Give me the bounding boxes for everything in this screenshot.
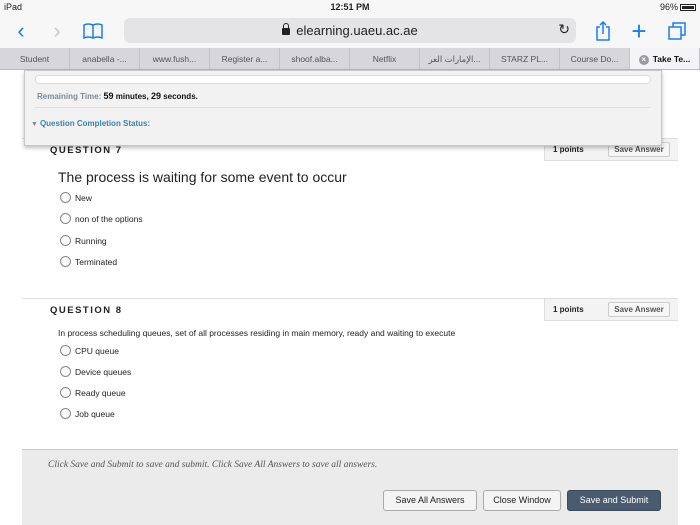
radio-button[interactable] (60, 345, 71, 356)
question-block: QUESTION 8 1 points Save Answer In proce… (22, 298, 678, 438)
tab-label: Netflix (372, 54, 397, 64)
tab-strip: Student anabella -... www.fush... Regist… (0, 48, 700, 70)
battery-percent: 96% (659, 2, 678, 12)
divider (35, 107, 651, 108)
status-bar: iPad 12:51 PM 96% (0, 0, 700, 14)
tab-label: Take Te... (652, 54, 691, 64)
answer-option[interactable]: Device queues (60, 366, 131, 377)
answer-option[interactable]: New (60, 192, 92, 203)
answer-option[interactable]: Ready queue (60, 387, 126, 398)
browser-toolbar: ‹ › elearning.uaeu.ac.ae ↻ + (0, 14, 700, 48)
tab-label: Course Do... (570, 54, 619, 64)
radio-button[interactable] (60, 408, 71, 419)
answer-option[interactable]: Running (60, 235, 107, 246)
completion-label: Question Completion Status: (39, 119, 151, 128)
answer-option[interactable]: Job queue (60, 408, 115, 419)
tab-take-test[interactable]: × Take Te... (630, 48, 700, 69)
seconds-label: seconds. (163, 92, 198, 101)
new-tab-icon[interactable]: + (626, 16, 652, 46)
tab-label: STARZ PL... (500, 54, 549, 64)
answer-option[interactable]: non of the options (60, 213, 143, 224)
radio-button[interactable] (60, 366, 71, 377)
option-label: Terminated (75, 256, 118, 267)
question-title: QUESTION 7 (50, 145, 123, 156)
question-block: QUESTION 7 1 points Save Answer The proc… (22, 138, 678, 284)
option-label: Running (75, 235, 107, 246)
radio-button[interactable] (60, 192, 71, 203)
tab-fush[interactable]: www.fush... (140, 48, 210, 69)
tab-shoof[interactable]: shoof.alba... (280, 48, 350, 69)
timer-progress-bar (35, 75, 651, 84)
option-label: Ready queue (75, 387, 126, 398)
tab-netflix[interactable]: Netflix (350, 48, 420, 69)
question-header: QUESTION 8 1 points Save Answer (22, 299, 678, 321)
radio-button[interactable] (60, 235, 71, 246)
tab-label: www.fush... (152, 54, 197, 64)
remaining-time: Remaining Time: 59 minutes, 29 seconds. (37, 91, 198, 101)
reload-icon[interactable]: ↻ (558, 21, 570, 38)
bookmarks-icon[interactable] (80, 18, 106, 44)
radio-button[interactable] (60, 256, 71, 267)
url-text: elearning.uaeu.ac.ae (296, 23, 418, 38)
close-window-button[interactable]: Close Window (483, 490, 561, 511)
option-label: non of the options (75, 213, 143, 224)
option-label: Job queue (75, 408, 115, 419)
remaining-minutes: 59 (103, 91, 114, 101)
remaining-seconds: 29 (150, 91, 161, 101)
back-icon[interactable]: ‹ (8, 18, 34, 44)
tab-register[interactable]: Register a... (210, 48, 280, 69)
address-bar[interactable]: elearning.uaeu.ac.ae ↻ (124, 18, 576, 43)
completion-status-toggle[interactable]: ▼ Question Completion Status: (31, 119, 150, 128)
tab-label: Register a... (221, 54, 268, 64)
timer-panel: Remaining Time: 59 minutes, 29 seconds. … (24, 70, 662, 146)
tab-label: Student (19, 54, 50, 64)
remaining-label: Remaining Time: (37, 92, 102, 101)
question-title: QUESTION 8 (50, 305, 123, 316)
save-and-submit-button[interactable]: Save and Submit (567, 490, 661, 511)
question-text: In process scheduling queues, set of all… (58, 328, 456, 338)
tabs-overview-icon[interactable] (664, 18, 690, 44)
question-points: 1 points (553, 305, 584, 314)
tab-label: shoof.alba... (291, 54, 338, 64)
radio-button[interactable] (60, 387, 71, 398)
forward-icon[interactable]: › (44, 18, 70, 44)
share-icon[interactable] (590, 18, 616, 44)
answer-option[interactable]: Terminated (60, 256, 117, 267)
tab-student[interactable]: Student (0, 48, 70, 69)
battery-icon (680, 4, 696, 11)
minutes-label: minutes, (115, 92, 149, 101)
question-text: The process is waiting for some event to… (58, 169, 347, 185)
footer-instructions: Click Save and Submit to save and submit… (48, 460, 378, 470)
tab-label: anabella -... (82, 54, 127, 64)
option-label: New (75, 192, 93, 203)
tab-emirates[interactable]: الإمارات العر... (420, 48, 490, 69)
tab-course[interactable]: Course Do... (560, 48, 630, 69)
close-tab-icon[interactable]: × (638, 55, 649, 65)
collapse-arrow-icon: ▼ (31, 121, 38, 128)
answer-option[interactable]: CPU queue (60, 345, 119, 356)
question-points: 1 points (553, 145, 584, 154)
tab-label: الإمارات العر... (428, 54, 481, 64)
save-all-answers-button[interactable]: Save All Answers (383, 490, 477, 511)
tab-anabella[interactable]: anabella -... (70, 48, 140, 69)
radio-button[interactable] (60, 213, 71, 224)
save-answer-button[interactable]: Save Answer (608, 302, 670, 317)
tab-starz[interactable]: STARZ PL... (490, 48, 560, 69)
option-label: CPU queue (75, 345, 119, 356)
clock: 12:51 PM (330, 2, 370, 12)
submit-footer: Click Save and Submit to save and submit… (22, 449, 678, 525)
lock-icon (282, 23, 291, 35)
points-box: 1 points Save Answer (544, 299, 678, 321)
battery-indicator: 96% (660, 2, 696, 12)
option-label: Device queues (75, 366, 132, 377)
